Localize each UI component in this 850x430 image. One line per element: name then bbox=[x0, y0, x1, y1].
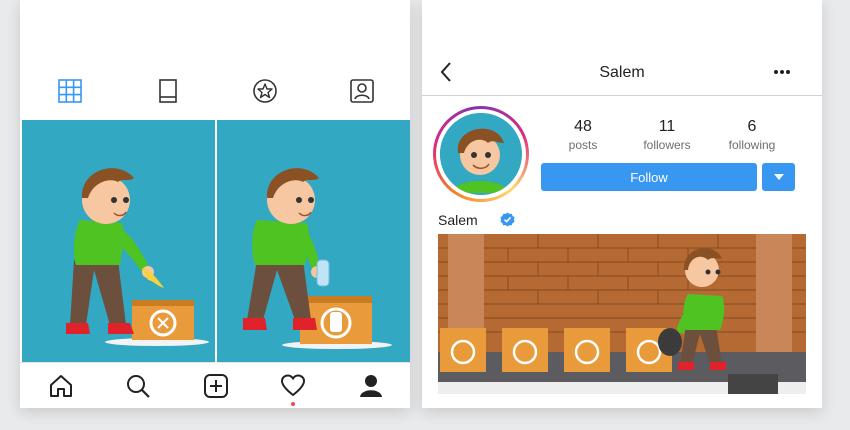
star-icon bbox=[253, 79, 277, 103]
tagged-icon bbox=[350, 79, 374, 103]
page-title: Salem bbox=[599, 64, 645, 81]
stat-following[interactable]: 6 following bbox=[712, 118, 792, 152]
left-phone-screen bbox=[20, 0, 410, 408]
nav-profile[interactable] bbox=[357, 372, 385, 400]
more-icon bbox=[774, 70, 790, 74]
followers-label: followers bbox=[643, 138, 691, 152]
suggested-dropdown-button[interactable] bbox=[762, 163, 795, 191]
posts-count: 48 bbox=[574, 118, 592, 135]
profile-header: Salem bbox=[422, 56, 822, 96]
notification-dot bbox=[291, 402, 295, 406]
grid-icon bbox=[58, 79, 82, 103]
home-icon bbox=[50, 375, 72, 397]
post-thumbnail[interactable] bbox=[217, 120, 410, 362]
featured-post-image[interactable] bbox=[438, 234, 806, 394]
add-icon bbox=[204, 374, 228, 398]
tab-saved[interactable] bbox=[250, 76, 280, 106]
heart-icon bbox=[280, 374, 306, 397]
verified-badge-icon bbox=[500, 212, 515, 227]
profile-tab-bar bbox=[20, 76, 410, 110]
boy-recycling-banana-peel-illustration bbox=[66, 168, 209, 346]
search-icon bbox=[127, 375, 150, 398]
profile-icon bbox=[360, 375, 382, 397]
following-count: 6 bbox=[747, 118, 757, 135]
posts-label: posts bbox=[568, 138, 598, 152]
followers-count: 11 bbox=[658, 118, 676, 135]
nav-activity[interactable] bbox=[279, 372, 307, 400]
nav-home[interactable] bbox=[47, 372, 75, 400]
following-label: following bbox=[728, 138, 776, 152]
boy-recycling-plastic-bottle-illustration bbox=[243, 168, 392, 349]
tab-tagged[interactable] bbox=[347, 76, 377, 106]
boy-avatar-illustration bbox=[440, 113, 520, 193]
stat-followers[interactable]: 11 followers bbox=[627, 118, 707, 152]
boy-sorting-trash-illustration bbox=[438, 234, 806, 394]
profile-username: Salem bbox=[438, 212, 478, 228]
post-grid bbox=[22, 120, 410, 362]
stat-posts[interactable]: 48 posts bbox=[543, 118, 623, 152]
bottom-navigation bbox=[20, 362, 410, 408]
post-thumbnail[interactable] bbox=[22, 120, 215, 362]
right-phone-screen: Salem 48 posts 11 followers 6 following … bbox=[422, 0, 822, 408]
follow-button[interactable]: Follow bbox=[541, 163, 757, 191]
nav-add[interactable] bbox=[202, 372, 230, 400]
avatar[interactable] bbox=[433, 106, 529, 202]
tab-feed[interactable] bbox=[153, 76, 183, 106]
tab-grid[interactable] bbox=[55, 76, 85, 106]
feed-icon bbox=[159, 79, 177, 103]
more-options-button[interactable] bbox=[770, 60, 794, 84]
nav-search[interactable] bbox=[124, 372, 152, 400]
caret-down-icon bbox=[773, 174, 784, 180]
